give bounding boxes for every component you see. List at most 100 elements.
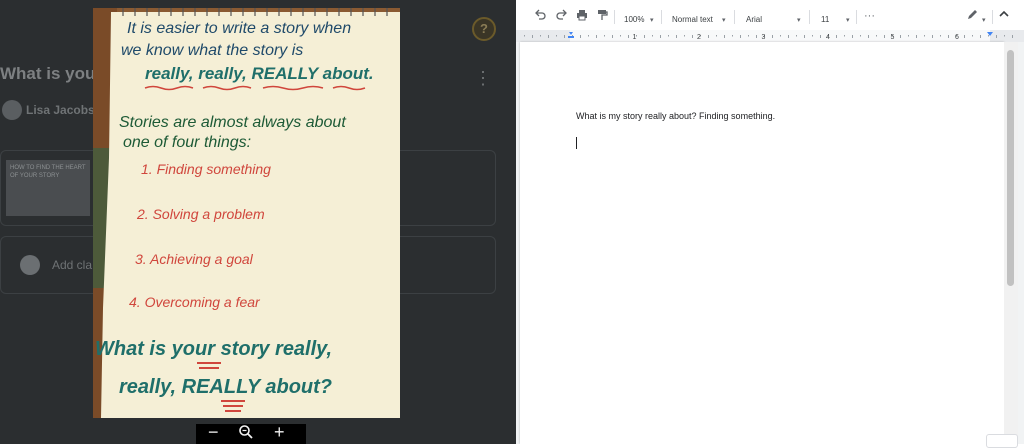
- chevron-down-icon[interactable]: ▾: [846, 13, 850, 29]
- ruler-tick: [860, 35, 861, 37]
- chevron-down-icon[interactable]: ▾: [982, 13, 986, 29]
- ruler-tick: [748, 35, 749, 37]
- ruler-tick: [588, 35, 589, 37]
- ruler-tick: [804, 35, 805, 38]
- redo-icon[interactable]: [556, 9, 568, 25]
- ruler-tick: [732, 35, 733, 37]
- document-page[interactable]: What is my story really about? Finding s…: [520, 42, 1004, 444]
- poster-item-1: 1. Finding something: [141, 161, 271, 177]
- ruler[interactable]: 1 2 3 4 5 6: [516, 30, 1024, 42]
- ruler-tick: [548, 35, 549, 38]
- chevron-down-icon[interactable]: ▾: [797, 13, 801, 29]
- google-docs-panel: 100% ▾ Normal text ▾ Arial ▾ 11 ▾ ··· ▾ …: [516, 0, 1024, 444]
- ruler-tick: [812, 35, 813, 37]
- scrollbar-thumb[interactable]: [1007, 50, 1014, 286]
- ruler-tick: [684, 35, 685, 37]
- assignment-title: What is your: [0, 64, 103, 83]
- paint-format-icon[interactable]: [596, 9, 608, 25]
- poster-item-3: 3. Achieving a goal: [135, 251, 253, 267]
- ruler-tick: [628, 35, 629, 38]
- ruler-tick: [908, 35, 909, 37]
- ruler-tick: [940, 35, 941, 37]
- ruler-tick: [740, 35, 741, 38]
- zoom-in-button[interactable]: +: [274, 422, 285, 443]
- ruler-tick: [876, 35, 877, 37]
- image-viewer: It is easier to write a story when we kn…: [93, 8, 400, 418]
- ruler-tick: [948, 35, 949, 38]
- ruler-number: 1: [633, 34, 637, 41]
- poster-question-line-1: What is your story really,: [95, 338, 333, 360]
- poster-intro-line-1: It is easier to write a story when: [127, 20, 352, 37]
- style-select[interactable]: Normal text: [672, 12, 713, 28]
- ruler-tick: [1012, 35, 1013, 38]
- ruler-tick: [676, 35, 677, 38]
- ruler-tick: [692, 35, 693, 38]
- ruler-tick: [716, 35, 717, 37]
- ruler-tick: [988, 35, 989, 37]
- chevron-down-icon[interactable]: ▾: [722, 13, 726, 29]
- editing-mode-icon[interactable]: [966, 9, 978, 25]
- zoom-out-button[interactable]: −: [208, 422, 219, 443]
- ruler-tick: [772, 35, 773, 38]
- zoom-select[interactable]: 100%: [624, 12, 644, 28]
- toolbar-divider: [856, 10, 857, 24]
- ruler-tick: [916, 35, 917, 38]
- poster-item-4: 4. Overcoming a fear: [129, 294, 260, 310]
- ruler-tick: [924, 35, 925, 37]
- classroom-background: What is your Lisa Jacobs ⋮ ? HOW TO FIND…: [0, 0, 516, 444]
- ruler-number: 5: [891, 34, 895, 41]
- ruler-tick: [964, 35, 965, 38]
- help-icon[interactable]: ?: [472, 17, 496, 41]
- ruler-tick: [756, 35, 757, 38]
- magnifier-icon[interactable]: [238, 424, 254, 444]
- print-icon[interactable]: [576, 9, 588, 25]
- ruler-tick: [668, 35, 669, 37]
- ruler-tick: [652, 35, 653, 37]
- ruler-tick: [540, 35, 541, 37]
- explore-button[interactable]: [986, 434, 1018, 448]
- poster-heading-line-2: one of four things:: [123, 134, 252, 151]
- avatar: [2, 100, 22, 120]
- poster-item-2: 2. Solving a problem: [137, 206, 265, 222]
- toolbar-divider: [734, 10, 735, 24]
- chevron-down-icon[interactable]: ▾: [650, 13, 654, 29]
- ruler-tick: [932, 35, 933, 38]
- ruler-number: 3: [762, 34, 766, 41]
- font-size-select[interactable]: 11: [821, 12, 829, 28]
- ruler-tick: [852, 35, 853, 38]
- ruler-tick: [580, 35, 581, 38]
- ruler-tick: [564, 35, 565, 38]
- ruler-tick: [524, 35, 525, 37]
- ruler-tick: [612, 35, 613, 38]
- ruler-tick: [780, 35, 781, 37]
- undo-icon[interactable]: [534, 9, 546, 25]
- class-comment-input[interactable]: Add cla: [52, 258, 92, 272]
- ruler-number: 2: [697, 34, 701, 41]
- poster-intro-line-3: really, really, REALLY about.: [145, 64, 374, 83]
- document-text[interactable]: What is my story really about? Finding s…: [576, 111, 775, 121]
- ruler-tick: [532, 35, 533, 38]
- scrollbar[interactable]: [1004, 42, 1018, 444]
- ruler-tick: [604, 35, 605, 37]
- toolbar-divider: [614, 10, 615, 24]
- ruler-tick: [844, 35, 845, 37]
- toolbar-divider: [809, 10, 810, 24]
- ruler-tick: [820, 35, 821, 38]
- more-options-icon[interactable]: ⋮: [474, 68, 492, 89]
- ruler-tick: [996, 35, 997, 38]
- font-select[interactable]: Arial: [746, 12, 762, 28]
- ruler-tick: [900, 35, 901, 38]
- text-cursor: [576, 137, 577, 149]
- ruler-tick: [644, 35, 645, 38]
- toolbar-divider: [992, 10, 993, 24]
- more-options-icon[interactable]: ···: [864, 8, 875, 24]
- ruler-tick: [708, 35, 709, 38]
- ruler-tick: [868, 35, 869, 38]
- poster-question-line-2: really, REALLY about?: [119, 376, 332, 398]
- collapse-toolbar-icon[interactable]: [998, 8, 1010, 24]
- ruler-tick: [620, 35, 621, 37]
- ruler-tick: [660, 35, 661, 38]
- attachment-title: HOW TO FIND THE HEART OF YOUR STORY: [10, 165, 86, 179]
- avatar: [20, 255, 40, 275]
- ruler-number: 6: [955, 34, 959, 41]
